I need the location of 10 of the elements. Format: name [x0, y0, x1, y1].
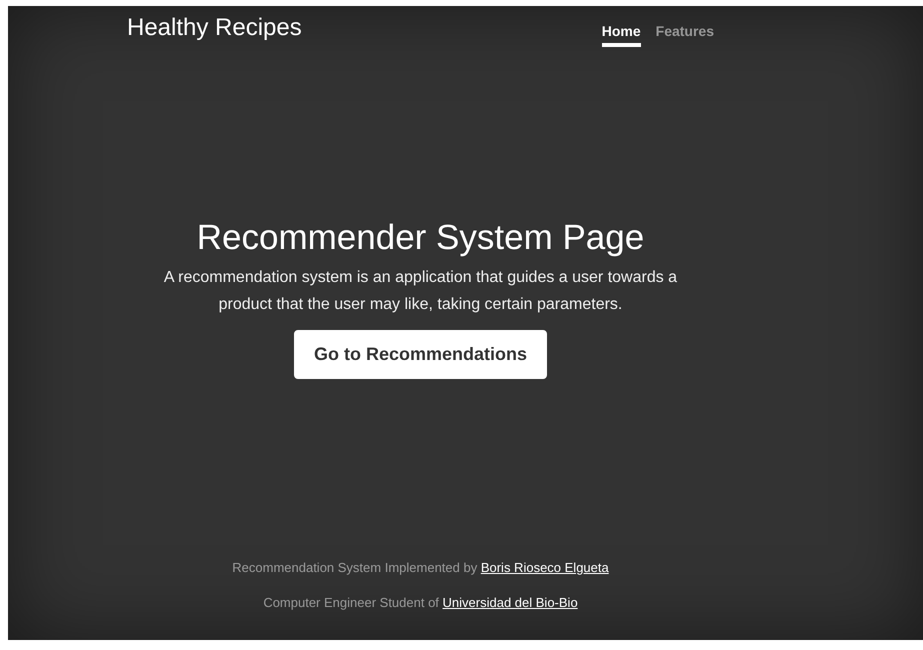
recommendations-button[interactable]: Go to Recommendations [294, 330, 548, 379]
site-title: Healthy Recipes [127, 14, 302, 42]
intro-paragraph: A recommendation system is an application that guides a user towards a product that the user may like, taking certain parameters. [162, 268, 678, 315]
footer-link[interactable]: Boris Rioseco Elgueta [480, 560, 609, 575]
nav-link[interactable]: Home [602, 19, 641, 47]
footer-text: Recommendation System Implemented by Boris Rioseco Elgueta [231, 560, 610, 575]
page-heading: Recommender System Page [196, 218, 644, 258]
footer-link[interactable]: Universidad del Bio-Bio [442, 595, 578, 610]
nav-link[interactable]: Features [656, 19, 714, 47]
footer-text: Computer Engineer Student of Universidad del Bio-Bio [262, 595, 579, 610]
